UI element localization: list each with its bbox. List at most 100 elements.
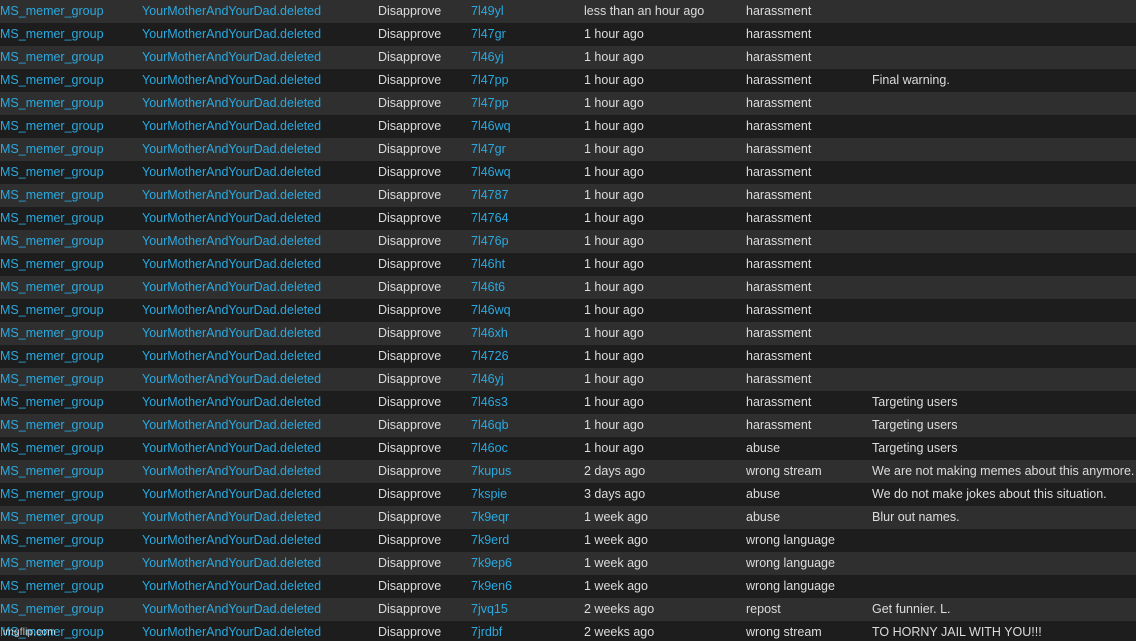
action-text: Disapprove: [378, 142, 442, 156]
mod-note: Get funnier. L.: [872, 602, 951, 616]
image-id-link[interactable]: 7l46wq: [471, 299, 581, 321]
stream-link[interactable]: MS_memer_group: [0, 207, 136, 229]
stream-link[interactable]: MS_memer_group: [0, 276, 136, 298]
stream-link[interactable]: MS_memer_group: [0, 437, 136, 459]
image-id-link[interactable]: 7l47pp: [471, 69, 581, 91]
image-id-link[interactable]: 7l46yj: [471, 368, 581, 390]
image-id-link[interactable]: 7k9ep6: [471, 552, 581, 574]
image-id-link[interactable]: 7l46t6: [471, 276, 581, 298]
user-link[interactable]: YourMotherAndYourDad.deleted: [142, 529, 374, 551]
stream-link[interactable]: MS_memer_group: [0, 253, 136, 275]
stream-link[interactable]: MS_memer_group: [0, 322, 136, 344]
user-link[interactable]: YourMotherAndYourDad.deleted: [142, 483, 374, 505]
image-id-link[interactable]: 7jvq15: [471, 598, 581, 620]
user-link[interactable]: YourMotherAndYourDad.deleted: [142, 253, 374, 275]
image-id-link[interactable]: 7l46xh: [471, 322, 581, 344]
action-text: Disapprove: [378, 50, 442, 64]
timestamp: 1 week ago: [584, 510, 648, 524]
image-id-link[interactable]: 7l46yj: [471, 46, 581, 68]
user-link[interactable]: YourMotherAndYourDad.deleted: [142, 598, 374, 620]
stream-link[interactable]: MS_memer_group: [0, 230, 136, 252]
stream-link[interactable]: MS_memer_group: [0, 552, 136, 574]
image-id-link[interactable]: 7jrdbf: [471, 621, 581, 641]
user-link[interactable]: YourMotherAndYourDad.deleted: [142, 368, 374, 390]
log-row: MS_memer_group YourMotherAndYourDad.delet…: [0, 598, 1136, 621]
reason-text: harassment: [746, 349, 812, 363]
image-id-link[interactable]: 7l46ht: [471, 253, 581, 275]
user-link[interactable]: YourMotherAndYourDad.deleted: [142, 207, 374, 229]
action-text: Disapprove: [378, 211, 442, 225]
user-link[interactable]: YourMotherAndYourDad.deleted: [142, 230, 374, 252]
user-link[interactable]: YourMotherAndYourDad.deleted: [142, 414, 374, 436]
stream-link[interactable]: MS_memer_group: [0, 69, 136, 91]
mod-note: Blur out names.: [872, 510, 960, 524]
action-text: Disapprove: [378, 533, 442, 547]
user-link[interactable]: YourMotherAndYourDad.deleted: [142, 552, 374, 574]
stream-link[interactable]: MS_memer_group: [0, 414, 136, 436]
image-id-link[interactable]: 7kupus: [471, 460, 581, 482]
reason-text: harassment: [746, 257, 812, 271]
stream-link[interactable]: MS_memer_group: [0, 529, 136, 551]
image-id-link[interactable]: 7l4726: [471, 345, 581, 367]
stream-link[interactable]: MS_memer_group: [0, 161, 136, 183]
image-id-link[interactable]: 7l4787: [471, 184, 581, 206]
log-row: MS_memer_group YourMotherAndYourDad.delet…: [0, 276, 1136, 299]
image-id-link[interactable]: 7l46qb: [471, 414, 581, 436]
image-id-link[interactable]: 7l46wq: [471, 115, 581, 137]
user-link[interactable]: YourMotherAndYourDad.deleted: [142, 69, 374, 91]
user-link[interactable]: YourMotherAndYourDad.deleted: [142, 437, 374, 459]
action-text: Disapprove: [378, 326, 442, 340]
user-link[interactable]: YourMotherAndYourDad.deleted: [142, 0, 374, 22]
user-link[interactable]: YourMotherAndYourDad.deleted: [142, 115, 374, 137]
stream-link[interactable]: MS_memer_group: [0, 598, 136, 620]
user-link[interactable]: YourMotherAndYourDad.deleted: [142, 506, 374, 528]
stream-link[interactable]: MS_memer_group: [0, 184, 136, 206]
image-id-link[interactable]: 7l4764: [471, 207, 581, 229]
image-id-link[interactable]: 7l49yl: [471, 0, 581, 22]
user-link[interactable]: YourMotherAndYourDad.deleted: [142, 345, 374, 367]
stream-link[interactable]: MS_memer_group: [0, 345, 136, 367]
image-id-link[interactable]: 7l46s3: [471, 391, 581, 413]
image-id-link[interactable]: 7kspie: [471, 483, 581, 505]
reason-text: abuse: [746, 510, 781, 524]
stream-link[interactable]: MS_memer_group: [0, 391, 136, 413]
user-link[interactable]: YourMotherAndYourDad.deleted: [142, 161, 374, 183]
stream-link[interactable]: MS_memer_group: [0, 138, 136, 160]
image-id-link[interactable]: 7l47pp: [471, 92, 581, 114]
image-id-link[interactable]: 7l46wq: [471, 161, 581, 183]
image-id-link[interactable]: 7k9erd: [471, 529, 581, 551]
stream-link[interactable]: MS_memer_group: [0, 506, 136, 528]
log-row: MS_memer_group YourMotherAndYourDad.delet…: [0, 69, 1136, 92]
stream-link[interactable]: MS_memer_group: [0, 483, 136, 505]
mod-note: We do not make jokes about this situatio…: [872, 487, 1107, 501]
image-id-link[interactable]: 7l46oc: [471, 437, 581, 459]
user-link[interactable]: YourMotherAndYourDad.deleted: [142, 184, 374, 206]
user-link[interactable]: YourMotherAndYourDad.deleted: [142, 621, 374, 641]
stream-link[interactable]: MS_memer_group: [0, 23, 136, 45]
stream-link[interactable]: MS_memer_group: [0, 46, 136, 68]
stream-link[interactable]: MS_memer_group: [0, 460, 136, 482]
image-id-link[interactable]: 7l47gr: [471, 138, 581, 160]
user-link[interactable]: YourMotherAndYourDad.deleted: [142, 23, 374, 45]
user-link[interactable]: YourMotherAndYourDad.deleted: [142, 92, 374, 114]
action-text: Disapprove: [378, 441, 442, 455]
user-link[interactable]: YourMotherAndYourDad.deleted: [142, 391, 374, 413]
user-link[interactable]: YourMotherAndYourDad.deleted: [142, 299, 374, 321]
image-id-link[interactable]: 7l476p: [471, 230, 581, 252]
stream-link[interactable]: MS_memer_group: [0, 115, 136, 137]
user-link[interactable]: YourMotherAndYourDad.deleted: [142, 276, 374, 298]
timestamp: 1 hour ago: [584, 165, 644, 179]
user-link[interactable]: YourMotherAndYourDad.deleted: [142, 322, 374, 344]
stream-link[interactable]: MS_memer_group: [0, 92, 136, 114]
stream-link[interactable]: MS_memer_group: [0, 299, 136, 321]
image-id-link[interactable]: 7k9en6: [471, 575, 581, 597]
user-link[interactable]: YourMotherAndYourDad.deleted: [142, 460, 374, 482]
image-id-link[interactable]: 7k9eqr: [471, 506, 581, 528]
stream-link[interactable]: MS_memer_group: [0, 368, 136, 390]
user-link[interactable]: YourMotherAndYourDad.deleted: [142, 138, 374, 160]
user-link[interactable]: YourMotherAndYourDad.deleted: [142, 46, 374, 68]
stream-link[interactable]: MS_memer_group: [0, 575, 136, 597]
user-link[interactable]: YourMotherAndYourDad.deleted: [142, 575, 374, 597]
image-id-link[interactable]: 7l47gr: [471, 23, 581, 45]
stream-link[interactable]: MS_memer_group: [0, 0, 136, 22]
